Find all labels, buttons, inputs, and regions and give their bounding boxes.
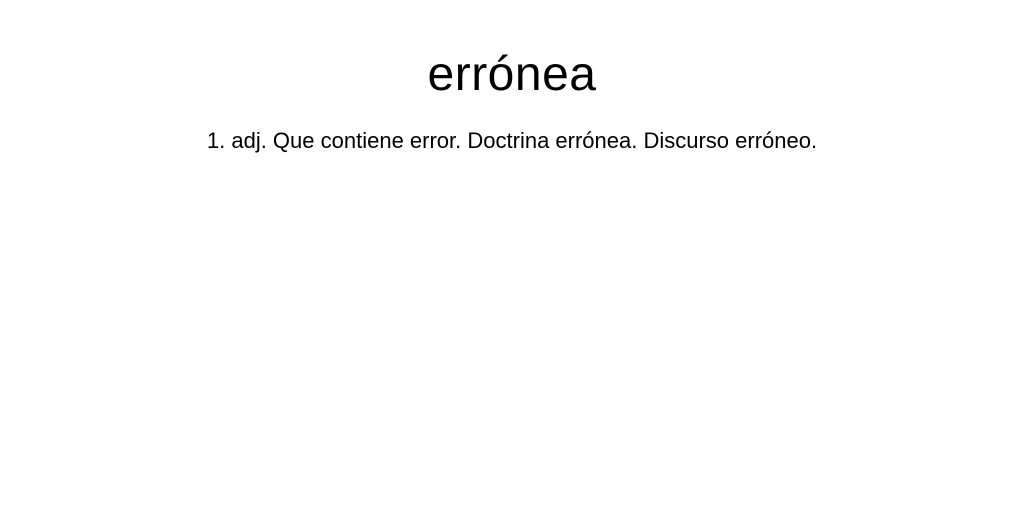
headword: errónea <box>427 48 597 101</box>
dictionary-entry: errónea 1. adj. Que contiene error. Doct… <box>0 0 1024 154</box>
definition: 1. adj. Que contiene error. Doctrina err… <box>206 128 818 153</box>
